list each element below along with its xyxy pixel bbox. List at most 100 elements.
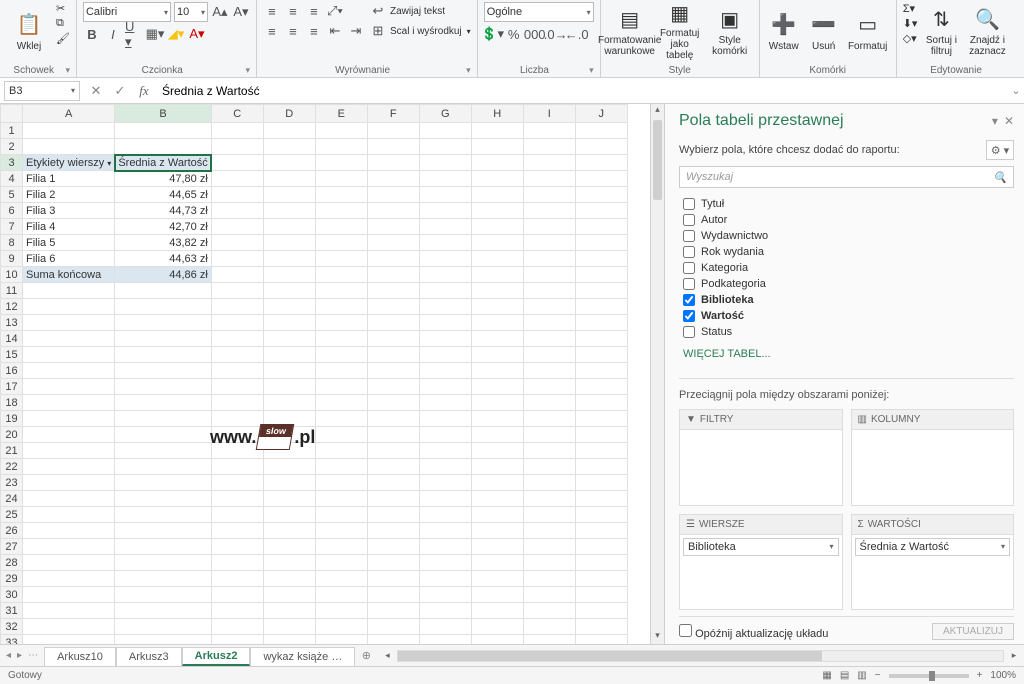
cell[interactable]: [211, 411, 263, 427]
cell[interactable]: [23, 571, 115, 587]
cell[interactable]: [523, 507, 575, 523]
cell[interactable]: [367, 619, 419, 635]
cell[interactable]: [211, 139, 263, 155]
increase-decimal-icon[interactable]: .0→: [547, 25, 565, 43]
cell[interactable]: [315, 235, 367, 251]
cell[interactable]: [211, 219, 263, 235]
clear-icon[interactable]: ◇▾: [903, 32, 918, 45]
row-header[interactable]: 18: [1, 395, 23, 411]
cell[interactable]: [471, 155, 523, 171]
cell[interactable]: [115, 523, 211, 539]
row-header[interactable]: 31: [1, 603, 23, 619]
tab-nav-more-icon[interactable]: ⋯: [28, 650, 38, 661]
borders-button[interactable]: ▦▾: [146, 25, 164, 43]
cell[interactable]: [211, 331, 263, 347]
cell[interactable]: [263, 395, 315, 411]
cell[interactable]: [367, 603, 419, 619]
cell[interactable]: [471, 395, 523, 411]
cell[interactable]: Filia 6: [23, 251, 115, 267]
cell[interactable]: [315, 379, 367, 395]
cell[interactable]: [367, 347, 419, 363]
row-header[interactable]: 11: [1, 283, 23, 299]
cell[interactable]: [263, 171, 315, 187]
cell[interactable]: [211, 619, 263, 635]
cell[interactable]: [315, 571, 367, 587]
cell[interactable]: [523, 331, 575, 347]
cell[interactable]: [419, 395, 471, 411]
cell[interactable]: [263, 155, 315, 171]
cell[interactable]: [115, 603, 211, 619]
cell[interactable]: [523, 363, 575, 379]
delete-cells-button[interactable]: ➖Usuń: [806, 2, 842, 60]
row-header[interactable]: 32: [1, 619, 23, 635]
cell[interactable]: [419, 203, 471, 219]
align-bottom-icon[interactable]: ≡: [305, 2, 323, 20]
cell[interactable]: [419, 411, 471, 427]
cell[interactable]: [419, 571, 471, 587]
cell[interactable]: [419, 427, 471, 443]
cell[interactable]: [419, 491, 471, 507]
cell[interactable]: Średnia z Wartość: [115, 155, 211, 171]
cell[interactable]: [211, 379, 263, 395]
zoom-slider[interactable]: [889, 674, 969, 678]
cell[interactable]: [419, 603, 471, 619]
cell[interactable]: [23, 587, 115, 603]
cell[interactable]: [23, 507, 115, 523]
defer-update-checkbox[interactable]: Opóźnij aktualizację układu: [679, 624, 828, 640]
cell[interactable]: [115, 315, 211, 331]
page-break-view-icon[interactable]: ▥: [857, 670, 866, 681]
cell[interactable]: [315, 587, 367, 603]
cell[interactable]: [315, 427, 367, 443]
cell-styles-button[interactable]: ▣Style komórki: [707, 2, 753, 60]
normal-view-icon[interactable]: ▦: [822, 670, 831, 681]
cell[interactable]: [575, 171, 627, 187]
cell[interactable]: [367, 555, 419, 571]
zoom-in-icon[interactable]: +: [977, 670, 983, 681]
conditional-formatting-button[interactable]: ▤Formatowanie warunkowe: [607, 2, 653, 60]
cell[interactable]: [471, 603, 523, 619]
row-header[interactable]: 9: [1, 251, 23, 267]
cell[interactable]: [575, 283, 627, 299]
cell[interactable]: [471, 507, 523, 523]
cell[interactable]: [23, 139, 115, 155]
fill-color-button[interactable]: ◢▾: [167, 25, 185, 43]
cell[interactable]: [575, 635, 627, 645]
cell[interactable]: [211, 523, 263, 539]
row-header[interactable]: 27: [1, 539, 23, 555]
fill-icon[interactable]: ⬇▾: [903, 17, 918, 30]
cell[interactable]: [367, 363, 419, 379]
cell[interactable]: [471, 219, 523, 235]
cell[interactable]: [523, 395, 575, 411]
cell[interactable]: 44,86 zł: [115, 267, 211, 283]
cell[interactable]: [263, 299, 315, 315]
cell[interactable]: Filia 1: [23, 171, 115, 187]
cell[interactable]: [263, 507, 315, 523]
cell[interactable]: [115, 475, 211, 491]
cell[interactable]: [115, 491, 211, 507]
comma-format-icon[interactable]: 000: [526, 25, 544, 43]
cell[interactable]: [575, 555, 627, 571]
decrease-decimal-icon[interactable]: ←.0: [568, 25, 586, 43]
cell[interactable]: [211, 427, 263, 443]
cell[interactable]: [419, 155, 471, 171]
cell[interactable]: [523, 603, 575, 619]
cell[interactable]: [115, 571, 211, 587]
cell[interactable]: [575, 459, 627, 475]
field-item[interactable]: Kategoria: [679, 260, 1014, 276]
cell[interactable]: [211, 363, 263, 379]
rows-pill[interactable]: Biblioteka▾: [683, 538, 839, 556]
cell[interactable]: [471, 523, 523, 539]
cell[interactable]: [23, 619, 115, 635]
sheet-tab[interactable]: Arkusz10: [44, 647, 116, 666]
cell[interactable]: [471, 443, 523, 459]
field-item[interactable]: Rok wydania: [679, 244, 1014, 260]
cell[interactable]: Filia 2: [23, 187, 115, 203]
cell[interactable]: [523, 491, 575, 507]
format-painter-icon[interactable]: 🖌: [56, 32, 70, 45]
cell[interactable]: [23, 603, 115, 619]
col-header[interactable]: J: [575, 105, 627, 123]
cell[interactable]: 43,82 zł: [115, 235, 211, 251]
cell[interactable]: [211, 475, 263, 491]
cell[interactable]: [315, 299, 367, 315]
row-header[interactable]: 5: [1, 187, 23, 203]
